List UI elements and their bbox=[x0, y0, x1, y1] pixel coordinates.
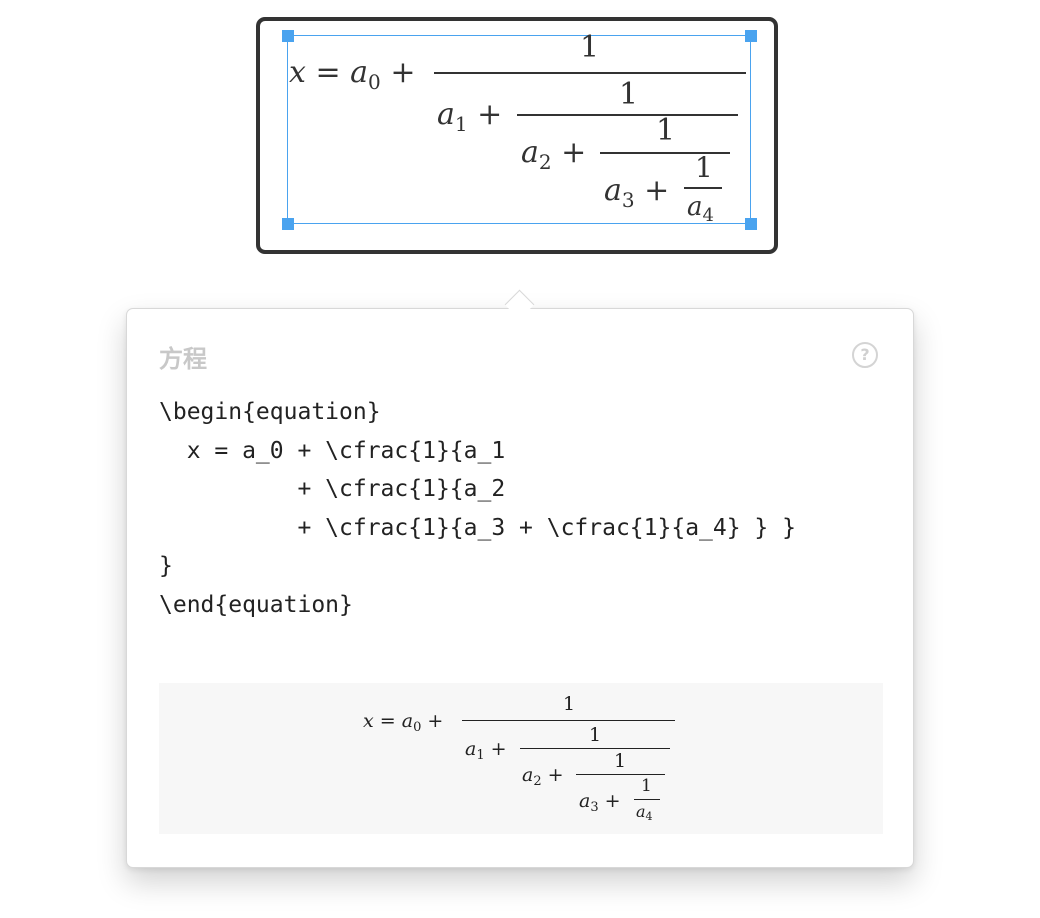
preview-numerator-4: 1 bbox=[641, 776, 652, 796]
equation-popover: 方程 ? \begin{equation} x = a_0 + \cfrac{1… bbox=[126, 308, 914, 868]
code-line: } bbox=[159, 553, 173, 579]
denominator-a4: a4 bbox=[687, 192, 714, 226]
fraction-bar-1 bbox=[434, 72, 746, 74]
numerator-2: 1 bbox=[619, 77, 639, 112]
preview-fraction-bar-2 bbox=[520, 748, 670, 749]
numerator-4: 1 bbox=[695, 151, 713, 184]
popover-title: 方程 bbox=[159, 345, 207, 373]
preview-numerator-1: 1 bbox=[563, 693, 576, 715]
code-line: \end{equation} bbox=[159, 591, 353, 618]
preview-numerator-2: 1 bbox=[589, 724, 602, 746]
code-line: \begin{equation} bbox=[159, 399, 381, 425]
preview-denominator-a4: a4 bbox=[636, 802, 653, 823]
code-line: x = a_0 + \cfrac{1}{a_1 bbox=[159, 437, 506, 464]
fraction-bar-2 bbox=[517, 114, 738, 116]
preview-denominator-a3: a3 + bbox=[579, 790, 621, 815]
resize-handle-top-right[interactable] bbox=[745, 30, 757, 42]
resize-handle-bottom-right[interactable] bbox=[745, 218, 757, 230]
preview-denominator-a2: a2 + bbox=[522, 764, 564, 789]
equation-lhs: x = a0 + bbox=[289, 55, 416, 94]
numerator-1: 1 bbox=[580, 30, 600, 65]
denominator-a2: a2 + bbox=[521, 135, 587, 174]
denominator-a1: a1 + bbox=[437, 97, 503, 136]
code-line: + \cfrac{1}{a_2 bbox=[159, 476, 506, 502]
code-line: + \cfrac{1}{a_3 + \cfrac{1}{a_4} } } bbox=[159, 514, 796, 541]
equation-preview: x = a0 + 1 a1 + 1 a2 + 1 a3 + 1 a4 bbox=[159, 683, 883, 834]
resize-handle-top-left[interactable] bbox=[282, 30, 294, 42]
preview-fraction-bar-3 bbox=[576, 774, 665, 775]
preview-numerator-3: 1 bbox=[614, 750, 627, 772]
preview-fraction-bar-1 bbox=[462, 720, 675, 721]
fraction-bar-4 bbox=[684, 187, 722, 189]
denominator-a3: a3 + bbox=[604, 173, 670, 212]
help-icon[interactable]: ? bbox=[852, 342, 878, 368]
latex-source-editor[interactable]: \begin{equation} x = a_0 + \cfrac{1}{a_1… bbox=[159, 393, 889, 624]
preview-lhs: x = a0 + bbox=[363, 710, 444, 735]
preview-fraction-bar-4 bbox=[634, 799, 660, 800]
numerator-3: 1 bbox=[656, 113, 676, 148]
preview-denominator-a1: a1 + bbox=[465, 738, 507, 763]
resize-handle-bottom-left[interactable] bbox=[282, 218, 294, 230]
